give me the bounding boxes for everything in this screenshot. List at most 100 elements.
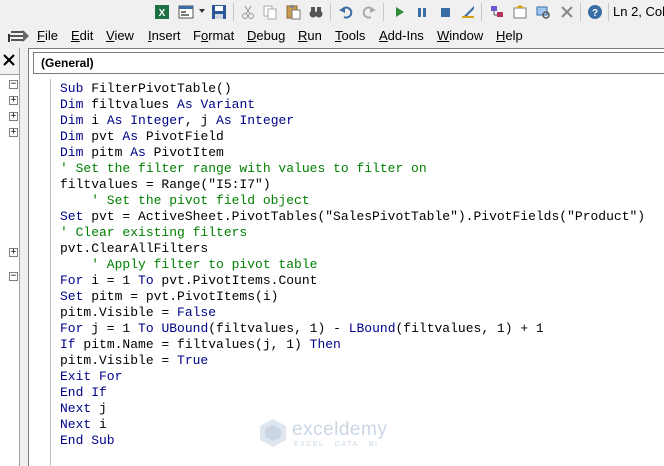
menu-run[interactable]: Run — [298, 28, 322, 43]
code-line[interactable]: Sub FilterPivotTable() — [60, 81, 645, 97]
menu-insert[interactable]: Insert — [148, 28, 181, 43]
run-icon[interactable] — [389, 2, 409, 22]
code-keyword: As — [177, 97, 193, 112]
code-keyword: To — [138, 273, 154, 288]
code-editor[interactable]: Sub FilterPivotTable() Dim filtvalues As … — [60, 81, 645, 449]
code-keyword: Integer — [239, 113, 295, 128]
code-line[interactable]: Next j — [60, 401, 645, 417]
margin-indicator-bar[interactable] — [29, 79, 51, 466]
code-line[interactable]: End If — [60, 385, 645, 401]
code-line[interactable]: pitm.Visible = True — [60, 353, 645, 369]
svg-text:?: ? — [592, 8, 598, 19]
paste-icon[interactable] — [283, 2, 303, 22]
menu-help[interactable]: Help — [496, 28, 523, 43]
tree-expand-icon[interactable]: + — [9, 128, 18, 137]
code-text: j — [91, 401, 107, 416]
object-dropdown-value: (General) — [41, 56, 94, 70]
view-excel-icon[interactable]: X — [152, 2, 172, 22]
code-text: j = 1 — [83, 321, 139, 336]
code-keyword: Variant — [200, 97, 256, 112]
code-text: i — [83, 113, 107, 128]
code-keyword: Exit For — [60, 369, 123, 384]
code-keyword: As — [106, 113, 123, 128]
code-line[interactable]: Exit For — [60, 369, 645, 385]
tree-expand-icon[interactable]: + — [9, 96, 18, 105]
code-line[interactable]: Dim i As Integer, j As Integer — [60, 113, 645, 129]
toolbox-icon[interactable] — [557, 2, 577, 22]
menu-debug[interactable]: Debug — [247, 28, 285, 43]
code-keyword: As — [122, 129, 139, 144]
menu-format[interactable]: Format — [193, 28, 234, 43]
copy-icon[interactable] — [260, 2, 280, 22]
code-line[interactable]: Set pitm = pvt.PivotItems(i) — [60, 289, 645, 305]
code-keyword: Integer — [130, 113, 185, 128]
object-dropdown[interactable]: (General) — [33, 52, 664, 74]
menu-bar: File Edit View Insert Format Debug Run Tools Add… — [0, 24, 664, 48]
code-line[interactable]: If pitm.Name = filtvalues(j, 1) Then — [60, 337, 645, 353]
properties-window-icon[interactable] — [510, 2, 530, 22]
code-text: pitm.Name = filtvalues(j, 1) — [75, 337, 310, 352]
code-line[interactable]: pitm.Visible = False — [60, 305, 645, 321]
code-line[interactable]: Dim pitm As PivotItem — [60, 145, 645, 161]
code-text: pitm — [83, 145, 131, 160]
code-line[interactable]: pvt.ClearAllFilters — [60, 241, 645, 257]
tree-expand-icon[interactable]: + — [9, 112, 18, 121]
menu-edit[interactable]: Edit — [71, 28, 93, 43]
code-line[interactable]: For i = 1 To pvt.PivotItems.Count — [60, 273, 645, 289]
code-keyword: Set — [60, 289, 84, 304]
code-text: pvt.ClearAllFilters — [60, 241, 209, 256]
save-icon[interactable] — [209, 2, 229, 22]
project-pane: − + + + + − — [0, 48, 20, 466]
find-icon[interactable] — [306, 2, 326, 22]
code-text: i — [91, 417, 107, 432]
object-browser-icon[interactable] — [533, 2, 553, 22]
design-mode-icon[interactable] — [458, 2, 478, 22]
code-text: filtvalues — [83, 97, 178, 112]
menu-addins[interactable]: Add-Ins — [379, 28, 424, 43]
help-icon[interactable]: ? — [585, 2, 605, 22]
undo-icon[interactable] — [336, 2, 356, 22]
code-keyword: Next — [60, 401, 92, 416]
code-keyword: Dim — [60, 129, 84, 144]
code-text: pitm = pvt.PivotItems(i) — [83, 289, 279, 304]
code-line[interactable]: ' Set the filter range with values to fi… — [60, 161, 645, 177]
code-line[interactable]: Dim filtvalues As Variant — [60, 97, 645, 113]
tree-collapse-icon[interactable]: − — [9, 80, 18, 89]
code-line[interactable]: ' Clear existing filters — [60, 225, 645, 241]
code-keyword: UBound — [161, 321, 209, 336]
watermark-logo: exceldemy EXCEL · DATA · BI — [258, 417, 408, 451]
watermark-name: exceldemy — [292, 419, 388, 440]
break-icon[interactable] — [412, 2, 432, 22]
code-text: PivotField — [138, 129, 224, 144]
tree-collapse-icon[interactable]: − — [9, 272, 18, 281]
project-explorer-icon[interactable] — [487, 2, 507, 22]
insert-userform-icon[interactable] — [176, 2, 196, 22]
code-text: filtvalues = Range("I5:I7") — [60, 177, 271, 192]
tree-expand-icon[interactable]: + — [9, 248, 18, 257]
code-line[interactable]: ' Set the pivot field object — [60, 193, 645, 209]
code-line[interactable]: Set pvt = ActiveSheet.PivotTables("Sales… — [60, 209, 645, 225]
cursor-position: Ln 2, Col — [613, 4, 664, 19]
code-line[interactable]: ' Apply filter to pivot table — [60, 257, 645, 273]
menu-view[interactable]: View — [106, 28, 134, 43]
code-text: FilterPivotTable() — [83, 81, 232, 96]
menu-tools[interactable]: Tools — [335, 28, 365, 43]
code-line[interactable]: Dim pvt As PivotField — [60, 129, 645, 145]
code-keyword: True — [177, 353, 209, 368]
menu-window[interactable]: Window — [437, 28, 483, 43]
svg-text:X: X — [159, 8, 166, 19]
code-text: pvt = ActiveSheet.PivotTables("SalesPivo… — [83, 209, 646, 224]
code-line[interactable]: filtvalues = Range("I5:I7") — [60, 177, 645, 193]
chevron-down-icon[interactable] — [199, 9, 205, 13]
reset-icon[interactable] — [435, 2, 455, 22]
close-icon[interactable] — [1, 52, 17, 68]
project-tree[interactable]: − + + + + − — [0, 74, 19, 466]
code-keyword: If — [60, 337, 76, 352]
code-keyword: Then — [309, 337, 341, 352]
cut-icon[interactable] — [238, 2, 258, 22]
menu-file[interactable]: File — [37, 28, 58, 43]
exceldemy-logo-icon — [260, 419, 286, 447]
code-keyword: For — [60, 273, 84, 288]
code-line[interactable]: For j = 1 To UBound(filtvalues, 1) - LBo… — [60, 321, 645, 337]
redo-icon[interactable] — [359, 2, 379, 22]
